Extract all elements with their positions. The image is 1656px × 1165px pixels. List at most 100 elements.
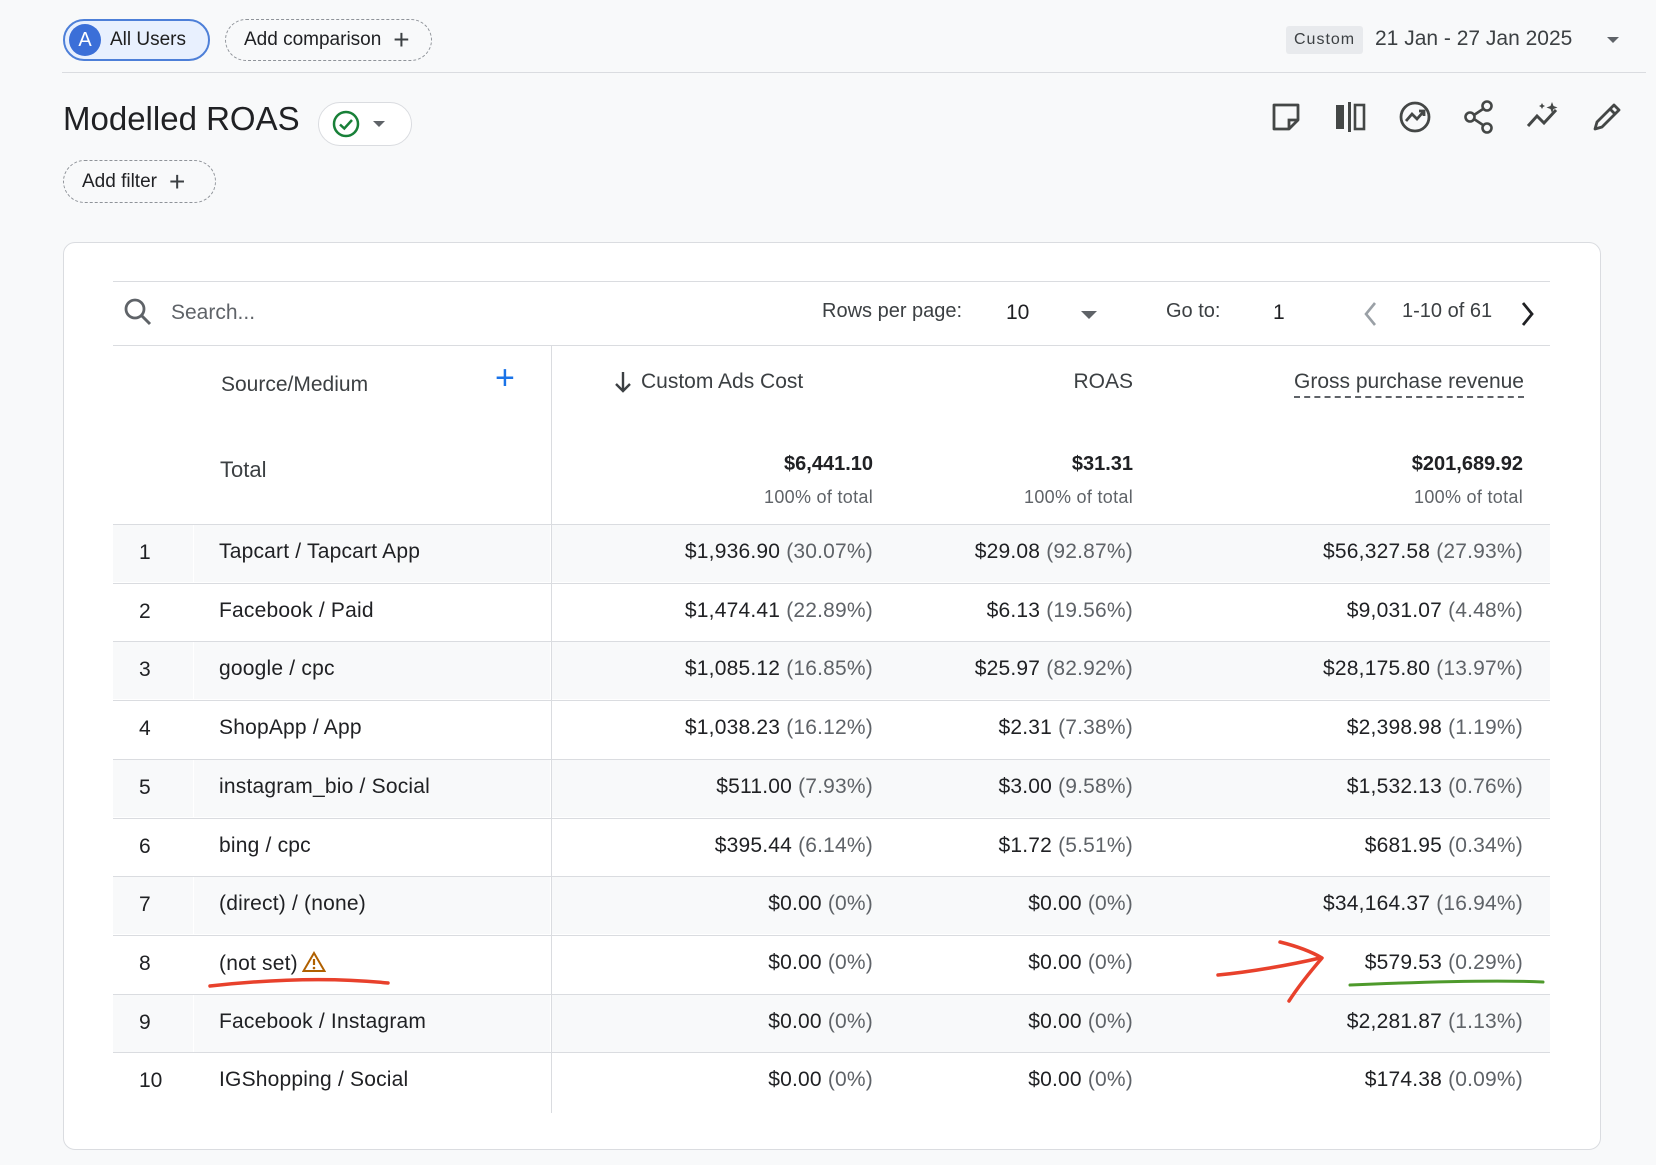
roas-cell: $3.00 (9.58%) <box>873 775 1133 799</box>
row-index-cell <box>113 525 193 582</box>
source-medium-value[interactable]: (direct) / (none) <box>219 892 366 916</box>
custom-ads-cost-cell: $1,085.12 (16.85%) <box>563 657 873 681</box>
edit-icon[interactable] <box>1589 99 1625 135</box>
custom-ads-cost-cell: $395.44 (6.14%) <box>563 834 873 858</box>
column-header-roas[interactable]: ROAS <box>953 370 1133 394</box>
share-icon[interactable] <box>1461 99 1497 135</box>
segment-chip-all-users[interactable]: A All Users <box>63 19 210 61</box>
total-revenue: $201,689.92 <box>1411 453 1523 475</box>
divider <box>62 72 1646 73</box>
cost-value: $0.00 <box>768 950 822 974</box>
revenue-cell: $579.53 (0.29%) <box>1173 951 1523 975</box>
table-row[interactable]: 5 instagram_bio / Social $511.00 (7.93%) $3… <box>113 759 1550 818</box>
revenue-pct: (0.29%) <box>1448 950 1523 974</box>
chevron-down-icon[interactable] <box>1607 37 1619 43</box>
row-index: 2 <box>139 599 151 623</box>
compare-columns-icon[interactable] <box>1333 99 1369 135</box>
revenue-value: $9,031.07 <box>1346 598 1443 622</box>
table-row[interactable]: 3 google / cpc $1,085.12 (16.85%) $25.97 (8… <box>113 642 1550 700</box>
cost-pct: (22.89%) <box>786 598 873 622</box>
row-index-cell <box>113 759 193 817</box>
cost-pct: (0%) <box>827 1009 873 1033</box>
source-medium-text: (not set) <box>219 951 298 975</box>
date-range-picker[interactable]: 21 Jan - 27 Jan 2025 <box>1375 27 1572 51</box>
pagination-range: 1-10 of 61 <box>1402 300 1493 322</box>
source-medium-value[interactable]: bing / cpc <box>219 834 311 858</box>
source-medium-text: instagram_bio / Social <box>219 774 431 798</box>
custom-ads-cost-cell: $1,474.41 (22.89%) <box>563 599 873 623</box>
roas-value: $6.13 <box>986 598 1041 622</box>
roas-value: $25.97 <box>974 657 1041 681</box>
roas-cell: $2.31 (7.38%) <box>873 716 1133 740</box>
insights-icon[interactable] <box>1397 99 1433 135</box>
cost-pct: (0%) <box>827 950 873 974</box>
column-header-source-medium[interactable]: Source/Medium <box>221 373 368 397</box>
cost-value: $0.00 <box>768 1068 822 1092</box>
sticky-note-icon[interactable] <box>1268 99 1304 135</box>
source-medium-value[interactable]: Facebook / Paid <box>219 599 374 623</box>
source-medium-value[interactable]: Tapcart / Tapcart App <box>219 540 420 564</box>
cost-value: $1,085.12 <box>684 657 781 681</box>
table-row[interactable]: 6 bing / cpc $395.44 (6.14%) $1.72 (5.51%) $… <box>113 819 1550 877</box>
column-header-gross-purchase-revenue[interactable]: Gross purchase revenue <box>1193 370 1524 398</box>
cost-pct: (0%) <box>827 1068 873 1092</box>
report-status-dropdown[interactable] <box>318 102 412 146</box>
revenue-value: $2,398.98 <box>1346 716 1443 740</box>
table-row[interactable]: 4 ShopApp / App $1,038.23 (16.12%) $2.31 (7… <box>113 701 1550 759</box>
revenue-pct: (16.94%) <box>1436 892 1523 916</box>
search-input[interactable] <box>169 296 673 330</box>
revenue-value: $1,532.13 <box>1346 774 1443 798</box>
row-index-cell <box>113 877 193 935</box>
row-index-cell <box>113 701 193 758</box>
row-index-cell <box>113 584 193 641</box>
table-row[interactable]: 10 IGShopping / Social $0.00 (0%) $0.00 (0%… <box>113 1053 1550 1111</box>
column-header-label: Gross purchase revenue <box>1294 370 1524 398</box>
roas-cell: $0.00 (0%) <box>873 1068 1133 1092</box>
row-index: 6 <box>139 834 151 858</box>
table-row[interactable]: 7 (direct) / (none) $0.00 (0%) $0.00 (0%) $3… <box>113 877 1550 935</box>
add-filter-button[interactable]: Add filter + <box>63 160 216 203</box>
roas-pct: (5.51%) <box>1058 833 1133 857</box>
revenue-pct: (27.93%) <box>1436 540 1523 563</box>
revenue-pct: (0.76%) <box>1448 774 1523 798</box>
goto-label: Go to: <box>1166 300 1221 322</box>
goto-page-input[interactable]: 1 <box>1273 301 1285 325</box>
row-index-cell <box>113 994 193 1052</box>
add-filter-label: Add filter <box>82 170 157 192</box>
row-index-cell <box>113 936 193 993</box>
rows-per-page-select[interactable]: 10 <box>1006 301 1029 325</box>
table-row[interactable]: 9 Facebook / Instagram $0.00 (0%) $0.00 (0%… <box>113 994 1550 1053</box>
source-medium-value[interactable]: google / cpc <box>219 657 335 681</box>
add-dimension-plus-icon[interactable]: + <box>495 361 515 395</box>
roas-pct: (9.58%) <box>1058 774 1133 798</box>
source-medium-value[interactable]: ShopApp / App <box>219 716 362 740</box>
total-cost-pct: 100% of total <box>764 487 873 507</box>
table-row[interactable]: 1 Tapcart / Tapcart App $1,936.90 (30.07%)… <box>113 525 1550 583</box>
source-medium-value[interactable]: Facebook / Instagram <box>219 1010 426 1034</box>
revenue-cell: $2,398.98 (1.19%) <box>1173 716 1523 740</box>
source-medium-value[interactable]: IGShopping / Social <box>219 1068 408 1092</box>
row-index: 1 <box>139 541 151 564</box>
chevron-right-icon[interactable] <box>1516 299 1538 329</box>
table-row[interactable]: 8 (not set) $0.00 (0%) $0.00 (0%) $579.53 (0… <box>113 936 1550 994</box>
revenue-cell: $34,164.37 (16.94%) <box>1173 892 1523 916</box>
cost-value: $1,474.41 <box>684 598 781 622</box>
chevron-left-icon[interactable] <box>1360 299 1382 329</box>
cost-value: $1,936.90 <box>684 540 781 563</box>
source-medium-value[interactable]: instagram_bio / Social <box>219 775 430 799</box>
roas-value: $0.00 <box>1028 892 1082 916</box>
add-comparison-button[interactable]: Add comparison + <box>225 19 432 61</box>
source-medium-text: google / cpc <box>219 657 335 681</box>
column-header-custom-ads-cost[interactable]: Custom Ads Cost <box>613 370 803 394</box>
cost-value: $395.44 <box>714 833 793 857</box>
arrow-down-icon <box>615 372 631 393</box>
roas-pct: (0%) <box>1087 1068 1133 1092</box>
column-header-label: Custom Ads Cost <box>641 370 804 393</box>
page-title: Modelled ROAS <box>63 100 300 137</box>
chevron-down-icon[interactable] <box>1081 311 1097 319</box>
roas-pct: (0%) <box>1087 892 1133 916</box>
roas-pct: (92.87%) <box>1046 540 1133 563</box>
table-row[interactable]: 2 Facebook / Paid $1,474.41 (22.89%) $6.13 … <box>113 584 1550 642</box>
trending-icon[interactable] <box>1525 99 1561 135</box>
source-medium-value[interactable]: (not set) <box>219 950 326 976</box>
